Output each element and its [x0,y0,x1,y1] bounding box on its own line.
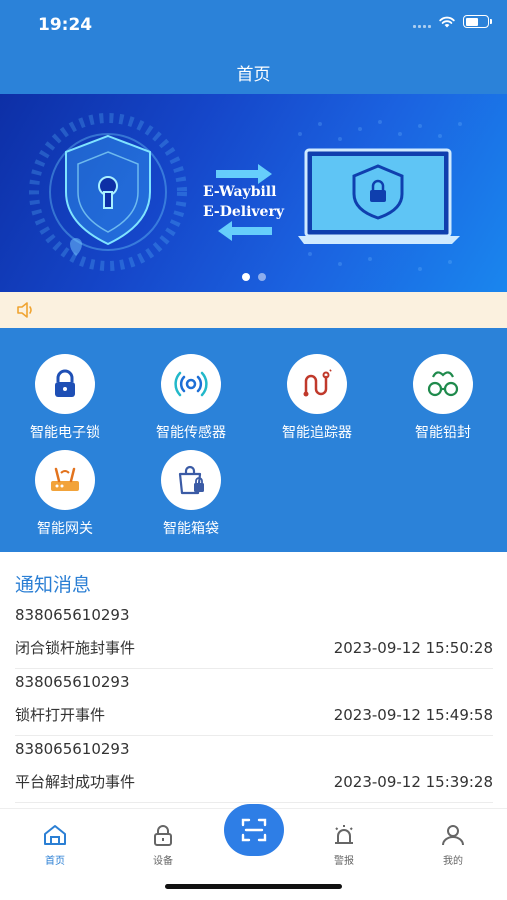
event-name: 锁杆打开事件 [15,706,106,724]
event-time: 2023-09-12 15:39:28 [333,773,493,791]
carousel-dot-2[interactable] [257,273,266,281]
status-time: 19:24 [38,15,93,35]
quick-action-smart-lock[interactable]: 智能电子锁 [2,354,128,442]
lock-icon [35,354,95,414]
nav-bar: 首页 [0,48,507,94]
tracker-icon [287,354,347,414]
quick-action-smart-gateway[interactable]: 智能网关 [2,450,128,538]
tab-device[interactable]: 设备 [133,823,193,867]
home-icon [44,825,66,845]
status-bar: 19:24 [0,0,507,48]
device-id: 838065610293 [15,740,130,758]
quick-action-smart-tracker[interactable]: 智能追踪器 [254,354,380,442]
carousel-dots [0,273,507,281]
gateway-icon [35,450,95,510]
divider [15,668,493,669]
list-item[interactable]: 838065610293 平台解封成功事件 2023-09-12 15:39:2… [15,738,493,803]
sensor-icon [161,354,221,414]
user-icon [442,825,464,846]
quick-action-label: 智能传感器 [156,425,226,441]
tab-label: 首页 [45,856,65,867]
list-item[interactable]: 838065610293 锁杆打开事件 2023-09-12 15:49:58 [15,671,493,736]
speaker-icon [17,302,32,318]
device-id: 838065610293 [15,606,130,624]
tab-label: 设备 [153,856,173,867]
quick-action-label: 智能铅封 [415,425,471,441]
tab-home[interactable]: 首页 [25,823,85,867]
tab-label: 我的 [443,856,463,867]
quick-action-label: 智能追踪器 [282,425,352,441]
scan-icon [241,818,267,842]
list-item[interactable]: 838065610293 闭合锁杆施封事件 2023-09-12 15:50:2… [15,604,493,669]
banner-carousel[interactable]: E-Waybill E-Delivery [0,94,507,292]
quick-actions-grid: 智能电子锁 智能传感器 智能追踪器 智能铅封 智能网关 智能箱袋 [0,328,507,552]
quick-action-label: 智能网关 [37,521,93,537]
signal-icon [413,16,431,28]
lead-seal-icon [413,354,473,414]
tab-label: 警报 [334,856,354,867]
lock-icon [154,825,172,846]
device-id: 838065610293 [15,673,130,691]
bag-icon [161,450,221,510]
tab-alarm[interactable]: 警报 [314,823,374,867]
tab-bar: 首页 设备 警报 我的 [0,804,507,900]
banner-caption: E-Waybill E-Delivery [203,182,284,222]
notice-bar[interactable] [0,292,507,328]
banner-line-1: E-Waybill [203,184,277,200]
status-icons [413,15,492,28]
banner-line-2: E-Delivery [203,204,284,220]
event-name: 平台解封成功事件 [15,773,136,791]
quick-action-smart-sensor[interactable]: 智能传感器 [128,354,254,442]
quick-action-smart-bag[interactable]: 智能箱袋 [128,450,254,538]
event-time: 2023-09-12 15:49:58 [333,706,493,724]
alarm-icon [335,825,353,844]
wifi-icon [439,16,455,27]
battery-icon [463,15,492,28]
carousel-dot-1[interactable] [241,273,250,281]
notifications-title: 通知消息 [15,574,92,596]
home-indicator [165,884,342,889]
notifications-panel: 通知消息 838065610293 闭合锁杆施封事件 2023-09-12 15… [0,552,507,808]
tab-mine[interactable]: 我的 [423,823,483,867]
page-title: 首页 [236,65,271,85]
quick-action-lead-seal[interactable]: 智能铅封 [380,354,506,442]
quick-action-label: 智能箱袋 [163,521,219,537]
scan-button[interactable] [224,804,284,856]
event-time: 2023-09-12 15:50:28 [333,639,493,657]
quick-action-label: 智能电子锁 [30,425,100,441]
divider [15,735,493,736]
event-name: 闭合锁杆施封事件 [15,639,136,657]
